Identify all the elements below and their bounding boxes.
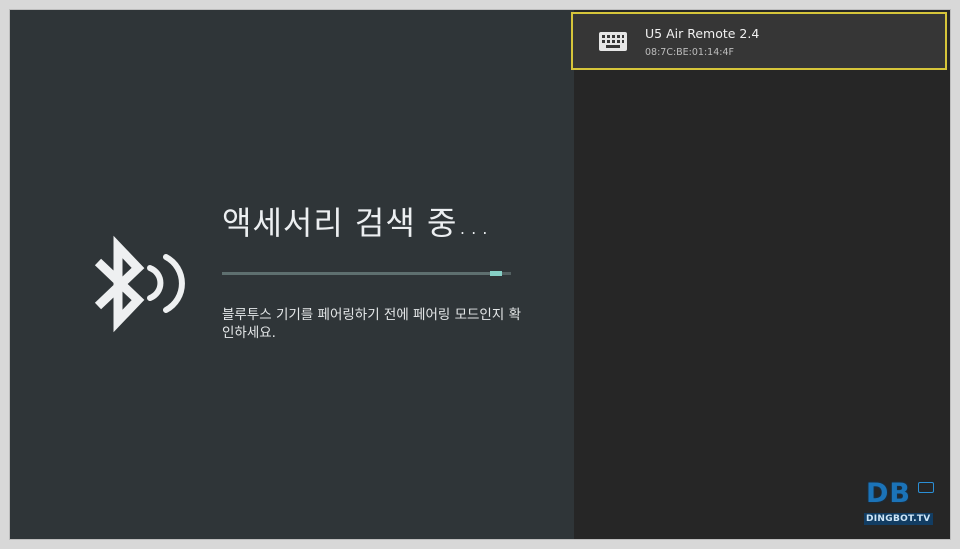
tv-icon <box>918 482 934 493</box>
watermark-site-text: DINGBOT.TV <box>864 513 933 525</box>
device-address: 08:7C:BE:01:14:4F <box>645 47 734 58</box>
progress-fill <box>222 272 502 275</box>
pairing-hint: 블루투스 기기를 페어링하기 전에 페어링 모드인지 확인하세요. <box>222 307 521 341</box>
pairing-screen: 액세서리 검색 중... 블루투스 기기를 페어링하기 전에 페어링 모드인지 … <box>10 10 950 539</box>
device-name: U5 Air Remote 2.4 <box>645 26 760 41</box>
device-item-u5-air-remote[interactable]: U5 Air Remote 2.4 08:7C:BE:01:14:4F <box>571 12 947 70</box>
watermark-logo-text: DB <box>866 478 911 509</box>
watermark-logo: DB DINGBOT.TV <box>862 478 942 532</box>
device-list-panel <box>574 10 950 539</box>
search-progress-bar <box>222 271 511 276</box>
keyboard-icon <box>599 32 627 51</box>
bluetooth-searching-icon <box>94 235 185 333</box>
progress-indicator <box>490 271 502 276</box>
page-title: 액세서리 검색 중... <box>222 204 491 242</box>
search-panel: 액세서리 검색 중... 블루투스 기기를 페어링하기 전에 페어링 모드인지 … <box>10 10 574 539</box>
